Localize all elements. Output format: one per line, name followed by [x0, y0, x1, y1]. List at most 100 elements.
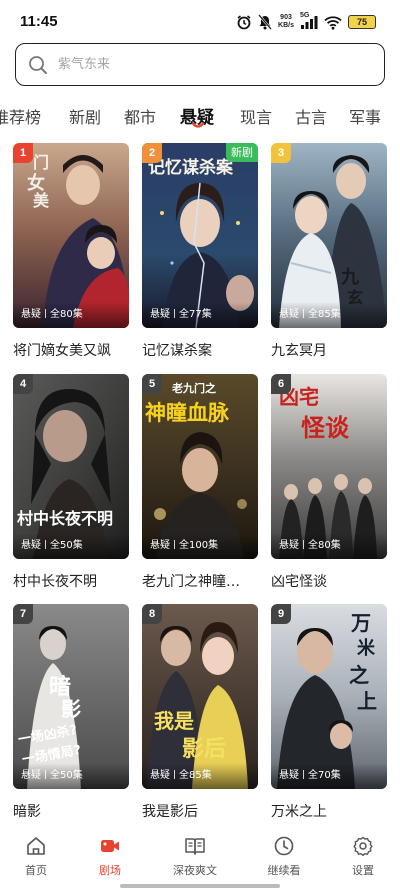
genre-label: 悬疑	[150, 540, 170, 551]
genre-label: 悬疑	[21, 770, 41, 781]
episode-count: 全100集	[179, 540, 219, 551]
drama-poster[interactable]: 老九门之 神瞳血脉 5 悬疑 全100集	[142, 374, 258, 559]
svg-text:怪谈: 怪谈	[301, 414, 350, 442]
genre-label: 悬疑	[21, 309, 41, 320]
drama-meta: 悬疑 全50集	[13, 533, 129, 559]
drama-title[interactable]: 将门嫡女美又飒	[13, 340, 135, 360]
svg-text:米: 米	[357, 637, 376, 659]
drama-meta: 悬疑 全85集	[271, 302, 387, 328]
network-speed-value: 903	[280, 14, 292, 21]
svg-text:美: 美	[33, 191, 50, 210]
rank-badge: 9	[271, 604, 291, 624]
genre-label: 悬疑	[279, 540, 299, 551]
tab-military[interactable]: 军事	[349, 104, 381, 128]
nav-continue-watching[interactable]: 继续看	[244, 835, 324, 878]
rank-badge: 6	[271, 374, 291, 394]
nav-settings[interactable]: 设置	[323, 835, 400, 878]
svg-text:上: 上	[357, 689, 377, 713]
search-input[interactable]	[58, 44, 358, 84]
drama-title[interactable]: 老九门之神瞳…	[142, 571, 264, 591]
drama-meta: 悬疑 全100集	[142, 533, 258, 559]
tab-new-drama[interactable]: 新剧	[69, 104, 101, 128]
status-bar: 11:45 903 KB/s 5G 75	[0, 0, 400, 42]
meta-divider	[45, 309, 46, 318]
svg-text:影: 影	[61, 697, 81, 721]
rank-badge: 7	[13, 604, 33, 624]
svg-text:村中长夜不明: 村中长夜不明	[17, 509, 113, 528]
clock-icon	[274, 836, 294, 856]
home-indicator[interactable]	[120, 884, 280, 888]
battery-indicator: 75	[348, 15, 376, 29]
signal-bars-icon	[301, 16, 318, 29]
drama-meta: 悬疑 全77集	[142, 302, 258, 328]
status-time: 11:45	[20, 13, 58, 30]
svg-text:神瞳血脉: 神瞳血脉	[145, 401, 230, 425]
new-drama-badge: 新剧	[226, 143, 258, 162]
nav-late-night-reads[interactable]: 深夜爽文	[155, 835, 235, 878]
meta-divider	[45, 540, 46, 549]
meta-divider	[174, 770, 175, 779]
drama-title[interactable]: 凶宅怪谈	[271, 571, 393, 591]
alarm-icon	[237, 15, 251, 30]
rank-badge: 2	[142, 143, 162, 163]
nav-theater[interactable]: 剧场	[70, 835, 150, 878]
search-bar[interactable]	[15, 43, 385, 86]
video-camera-icon	[101, 840, 119, 852]
svg-text:影后: 影后	[182, 737, 226, 762]
gear-icon	[353, 836, 373, 856]
meta-divider	[303, 540, 304, 549]
drama-poster[interactable]: 我是 影后 8 悬疑 全85集	[142, 604, 258, 789]
tab-urban[interactable]: 都市	[124, 104, 156, 128]
rank-badge: 8	[142, 604, 162, 624]
rank-badge: 3	[271, 143, 291, 163]
drama-title[interactable]: 村中长夜不明	[13, 571, 135, 591]
drama-title[interactable]: 万米之上	[271, 801, 393, 821]
wifi-icon	[324, 15, 342, 30]
tab-ancient-romance[interactable]: 古言	[295, 104, 327, 128]
network-speed-unit: KB/s	[278, 22, 294, 29]
drama-poster[interactable]: 门 女 美 1 悬疑 全80集	[13, 143, 129, 328]
network-speed: 903 KB/s	[278, 14, 294, 30]
drama-title[interactable]: 记忆谋杀案	[142, 340, 264, 360]
svg-text:九: 九	[340, 267, 359, 288]
drama-meta: 悬疑 全85集	[142, 763, 258, 789]
drama-title[interactable]: 暗影	[13, 801, 135, 821]
drama-poster[interactable]: 暗 影 一场凶杀? 一场情局? 7 悬疑 全50集	[13, 604, 129, 789]
search-icon	[29, 56, 47, 74]
nav-label: 剧场	[99, 864, 121, 877]
nav-label: 设置	[352, 864, 374, 877]
episode-count: 全50集	[50, 540, 83, 551]
open-book-icon	[185, 838, 205, 855]
episode-count: 全50集	[50, 770, 83, 781]
rank-badge: 4	[13, 374, 33, 394]
svg-text:老九门之: 老九门之	[171, 381, 216, 395]
drama-title[interactable]: 九玄冥月	[271, 340, 393, 360]
rank-badge: 1	[13, 143, 33, 163]
episode-count: 全85集	[308, 309, 341, 320]
drama-poster[interactable]: 万 米 之 上 9 悬疑 全70集	[271, 604, 387, 789]
meta-divider	[174, 540, 175, 549]
genre-label: 悬疑	[279, 770, 299, 781]
nav-label: 深夜爽文	[173, 864, 217, 877]
episode-count: 全85集	[179, 770, 212, 781]
tab-recommend[interactable]: 推荐榜	[0, 104, 41, 128]
bottom-navigation: 首页 剧场 深夜爽文 继续看 设置	[0, 827, 400, 889]
drama-title[interactable]: 我是影后	[142, 801, 264, 821]
drama-poster[interactable]: 记忆谋杀案 2 新剧 悬疑 全77集	[142, 143, 258, 328]
drama-meta: 悬疑 全80集	[13, 302, 129, 328]
mute-bell-icon	[258, 14, 272, 30]
cellular-signal: 5G	[300, 12, 318, 30]
genre-label: 悬疑	[150, 309, 170, 320]
svg-text:万: 万	[350, 611, 371, 635]
genre-label: 悬疑	[279, 309, 299, 320]
meta-divider	[45, 770, 46, 779]
nav-home[interactable]: 首页	[0, 835, 76, 878]
nav-label: 首页	[25, 864, 47, 877]
drama-poster[interactable]: 九 玄 3 悬疑 全85集	[271, 143, 387, 328]
genre-label: 悬疑	[150, 770, 170, 781]
nav-label: 继续看	[267, 864, 301, 877]
drama-poster[interactable]: 凶宅 怪谈 6 悬疑 全80集	[271, 374, 387, 559]
episode-count: 全80集	[308, 540, 341, 551]
drama-poster[interactable]: 村中长夜不明 4 悬疑 全50集	[13, 374, 129, 559]
tab-modern-romance[interactable]: 现言	[240, 104, 272, 128]
